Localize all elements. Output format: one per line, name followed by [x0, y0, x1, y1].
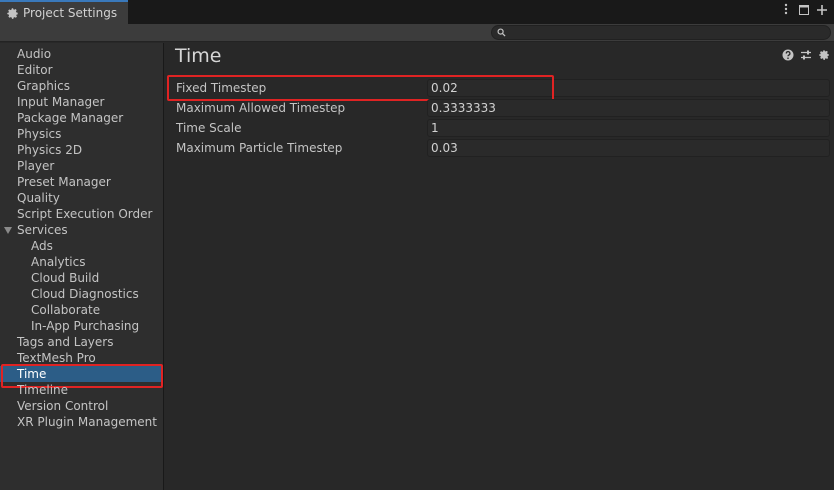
sidebar-item-in-app-purchasing[interactable]: In-App Purchasing: [0, 318, 163, 334]
maximum-allowed-timestep-field[interactable]: [427, 99, 830, 117]
sidebar-item-player[interactable]: Player: [0, 158, 163, 174]
sidebar-item-label: Version Control: [17, 399, 109, 413]
sidebar-item-label: Package Manager: [17, 111, 124, 125]
property-fixed-timestep: Fixed Timestep: [165, 75, 834, 101]
property-time-scale: Time Scale: [165, 119, 834, 137]
time-scale-field[interactable]: [427, 119, 830, 137]
property-label: Time Scale: [176, 121, 242, 135]
gear-icon: [7, 7, 18, 19]
sidebar-item-physics[interactable]: Physics: [0, 126, 163, 142]
sidebar-item-services[interactable]: Services: [0, 222, 163, 238]
property-label: Maximum Particle Timestep: [176, 141, 343, 155]
tab-bar: Project Settings: [0, 0, 834, 24]
settings-panel: Time Fixed Timestep Maximum Allowed Times…: [165, 43, 834, 490]
sidebar-item-label: Analytics: [31, 255, 86, 269]
sidebar-item-tags-and-layers[interactable]: Tags and Layers: [0, 334, 163, 350]
property-maximum-particle-timestep: Maximum Particle Timestep: [165, 139, 834, 157]
sidebar-item-label: TextMesh Pro: [17, 351, 96, 365]
sidebar-item-cloud-diagnostics[interactable]: Cloud Diagnostics: [0, 286, 163, 302]
sidebar-item-label: Graphics: [17, 79, 70, 93]
property-label: Maximum Allowed Timestep: [176, 101, 346, 115]
search-icon: [497, 28, 506, 37]
search-box[interactable]: [491, 25, 831, 40]
sidebar-item-audio[interactable]: Audio: [0, 46, 163, 62]
fixed-timestep-field[interactable]: [427, 79, 830, 97]
sidebar-item-input-manager[interactable]: Input Manager: [0, 94, 163, 110]
tab-title: Project Settings: [23, 6, 118, 20]
sidebar-item-label: Cloud Build: [31, 271, 100, 285]
add-tab-icon[interactable]: [816, 3, 828, 19]
settings-gear-icon[interactable]: [818, 49, 830, 61]
sidebar-item-version-control[interactable]: Version Control: [0, 398, 163, 414]
sidebar-item-label: Quality: [17, 191, 60, 205]
sidebar-item-label: Player: [17, 159, 55, 173]
sidebar-item-graphics[interactable]: Graphics: [0, 78, 163, 94]
sidebar-item-label: Physics 2D: [17, 143, 83, 157]
sidebar-item-ads[interactable]: Ads: [0, 238, 163, 254]
sidebar-item-collaborate[interactable]: Collaborate: [0, 302, 163, 318]
sidebar-item-label: In-App Purchasing: [31, 319, 140, 333]
sidebar-item-label: Input Manager: [17, 95, 105, 109]
sidebar-item-timeline[interactable]: Timeline: [0, 382, 163, 398]
page-title: Time: [175, 45, 222, 67]
tab-project-settings[interactable]: Project Settings: [0, 0, 128, 24]
sidebar-item-label: Services: [17, 223, 68, 237]
sidebar-item-label: Editor: [17, 63, 53, 77]
sidebar-item-package-manager[interactable]: Package Manager: [0, 110, 163, 126]
sidebar-item-preset-manager[interactable]: Preset Manager: [0, 174, 163, 190]
sidebar-item-quality[interactable]: Quality: [0, 190, 163, 206]
sidebar-item-editor[interactable]: Editor: [0, 62, 163, 78]
header-icons: [782, 49, 830, 61]
sidebar-item-label: Cloud Diagnostics: [31, 287, 139, 301]
search-input[interactable]: [508, 26, 826, 39]
sidebar-item-script-execution-order[interactable]: Script Execution Order: [0, 206, 163, 222]
sidebar-item-label: Time: [17, 367, 47, 381]
sidebar-item-label: XR Plugin Management: [17, 415, 157, 429]
maximize-icon[interactable]: [798, 3, 810, 19]
sidebar-item-label: Collaborate: [31, 303, 101, 317]
sidebar-item-cloud-build[interactable]: Cloud Build: [0, 270, 163, 286]
property-maximum-allowed-timestep: Maximum Allowed Timestep: [165, 99, 834, 117]
help-icon[interactable]: [782, 49, 794, 61]
sidebar-item-label: Script Execution Order: [17, 207, 153, 221]
sidebar-item-analytics[interactable]: Analytics: [0, 254, 163, 270]
sidebar-item-label: Preset Manager: [17, 175, 111, 189]
more-options-icon[interactable]: [780, 3, 792, 19]
property-label: Fixed Timestep: [176, 81, 267, 95]
presets-icon[interactable]: [800, 49, 812, 61]
sidebar-item-xr-plugin-management[interactable]: XR Plugin Management: [0, 414, 163, 430]
sidebar-item-label: Audio: [17, 47, 52, 61]
sidebar-item-time[interactable]: Time: [0, 364, 163, 388]
sidebar-item-label: Ads: [31, 239, 53, 253]
sidebar-item-label: Tags and Layers: [17, 335, 114, 349]
window-controls: [780, 3, 828, 19]
search-toolbar: [0, 24, 834, 42]
expand-triangle-icon[interactable]: [4, 227, 12, 234]
sidebar-item-label: Timeline: [17, 383, 69, 397]
maximum-particle-timestep-field[interactable]: [427, 139, 830, 157]
sidebar-item-label: Physics: [17, 127, 62, 141]
settings-sidebar: Audio Editor Graphics Input Manager Package …: [0, 43, 164, 490]
sidebar-item-physics-2d[interactable]: Physics 2D: [0, 142, 163, 158]
